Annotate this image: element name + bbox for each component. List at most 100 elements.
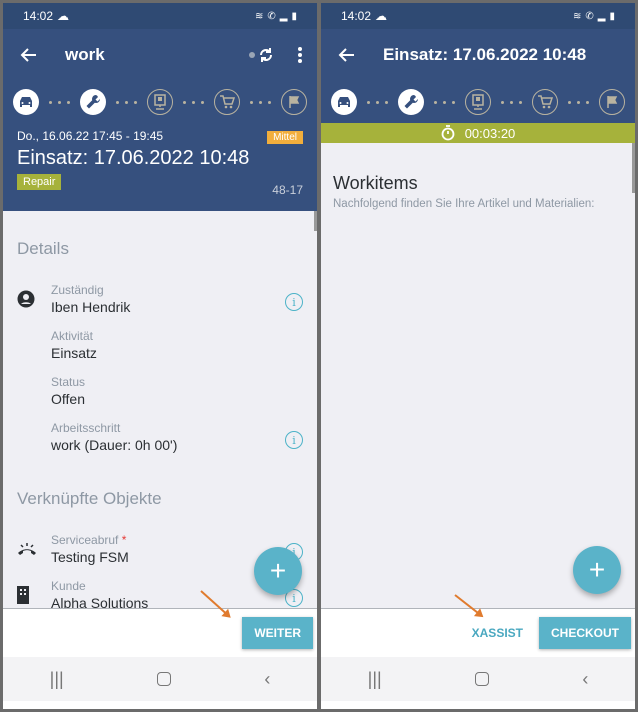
type-badge: Repair (17, 174, 62, 190)
field-value: Offen (51, 391, 85, 407)
signal-icon: ▂ (279, 10, 288, 22)
checkout-button[interactable]: CHECKOUT (539, 616, 631, 649)
field-label: Aktivität (51, 329, 94, 343)
field-label: Status (51, 375, 86, 389)
step-work[interactable] (80, 89, 106, 115)
screen-work-details: 14:02 ☁ ≋ ✆ ▂ ▮ work Do., 16.06.22 17:45… (3, 3, 317, 709)
phone-ringing-icon (18, 543, 36, 555)
timer-value: 00:03:20 (464, 125, 516, 141)
cart-icon (538, 95, 553, 109)
info-button[interactable]: i (285, 431, 303, 449)
home-icon[interactable] (475, 672, 489, 686)
field-value: Iben Hendrik (51, 299, 131, 315)
workitems-content: Workitems Nachfolgend finden Sie Ihre Ar… (321, 143, 635, 608)
field-status: Status Offen (3, 375, 317, 407)
back-button[interactable] (335, 43, 359, 67)
arrow-left-icon (338, 48, 354, 62)
cloud-icon: ☁ (57, 9, 70, 23)
add-fab-button[interactable]: + (254, 547, 302, 595)
signal-icon: ▂ (597, 10, 606, 22)
field-label: Kunde (51, 579, 86, 593)
add-fab-button[interactable]: + (573, 546, 621, 594)
page-title: Einsatz: 17.06.2022 10:48 (383, 45, 587, 64)
step-connector (240, 100, 281, 104)
more-vert-icon[interactable] (297, 46, 303, 64)
work-timer: 00:03:20 (321, 123, 635, 143)
assignment-number: 48-17 (272, 183, 303, 197)
info-icon: i (292, 591, 296, 605)
wrench-icon (404, 95, 418, 109)
linked-section-title: Verknüpfte Objekte (17, 489, 162, 508)
cloud-icon: ☁ (375, 9, 388, 23)
step-signature[interactable] (465, 89, 491, 115)
step-work[interactable] (398, 89, 424, 115)
app-bar: work (3, 29, 317, 81)
workflow-steps (321, 81, 635, 123)
sync-status-dot (249, 52, 255, 58)
back-button[interactable] (17, 43, 41, 67)
call-icon: ✆ (267, 10, 276, 22)
assignment-header: Do., 16.06.22 17:45 - 19:45 Mittel Einsa… (3, 123, 317, 211)
signature-pad-icon (154, 94, 166, 110)
arrow-left-icon (20, 48, 36, 62)
step-travel[interactable] (331, 89, 357, 115)
step-connector (106, 100, 147, 104)
car-icon (338, 97, 350, 107)
info-icon: i (292, 433, 296, 447)
account-circle-icon (17, 290, 35, 308)
step-connector (39, 100, 80, 104)
assignment-date: Do., 16.06.22 17:45 - 19:45 (17, 129, 164, 143)
nav-back-icon[interactable]: ‹ (264, 669, 270, 690)
building-icon (17, 586, 29, 604)
status-time: 14:02 (23, 9, 54, 23)
sync-icon (260, 48, 272, 62)
cart-icon (220, 95, 235, 109)
recent-apps-icon[interactable]: ||| (50, 669, 64, 690)
wifi-icon: ≋ (255, 10, 264, 22)
step-materials[interactable] (532, 89, 558, 115)
field-value: Testing FSM (51, 549, 129, 565)
info-icon: i (292, 295, 296, 309)
battery-icon: ▮ (609, 10, 615, 22)
workitems-subtitle: Nachfolgend finden Sie Ihre Artikel und … (333, 198, 595, 210)
flag-icon (607, 96, 618, 108)
step-connector (357, 100, 398, 104)
call-icon: ✆ (585, 10, 594, 22)
field-label: Zuständig (51, 283, 104, 297)
required-marker: * (121, 533, 127, 547)
step-connector (173, 100, 214, 104)
field-value: Einsatz (51, 345, 97, 361)
home-icon[interactable] (157, 672, 171, 686)
recent-apps-icon[interactable]: ||| (368, 669, 382, 690)
field-value: work (Dauer: 0h 00') (51, 437, 178, 453)
app-bar: Einsatz: 17.06.2022 10:48 (321, 29, 635, 81)
battery-icon: ▮ (291, 10, 297, 22)
field-label: Serviceabruf (51, 533, 119, 547)
step-signature[interactable] (147, 89, 173, 115)
field-aktivitaet: Aktivität Einsatz (3, 329, 317, 361)
sync-button[interactable] (249, 46, 275, 64)
info-button[interactable]: i (285, 293, 303, 311)
step-connector (491, 100, 532, 104)
system-nav-bar: ||| ‹ (321, 657, 635, 701)
stopwatch-icon (441, 125, 455, 141)
step-travel[interactable] (13, 89, 39, 115)
car-icon (20, 97, 32, 107)
step-finish[interactable] (281, 89, 307, 115)
weiter-button[interactable]: WEITER (242, 616, 313, 649)
scrollbar[interactable] (632, 143, 635, 193)
field-label: Arbeitsschritt (51, 421, 121, 435)
system-nav-bar: ||| ‹ (3, 657, 317, 701)
nav-back-icon[interactable]: ‹ (582, 669, 588, 690)
wifi-icon: ≋ (573, 10, 582, 22)
step-finish[interactable] (599, 89, 625, 115)
status-bar: 14:02 ☁ ≋ ✆ ▂ ▮ (321, 3, 635, 29)
screen-workitems: 14:02 ☁ ≋ ✆ ▂ ▮ Einsatz: 17.06.2022 10:48 00… (321, 3, 635, 709)
page-title: work (65, 45, 105, 64)
status-bar: 14:02 ☁ ≋ ✆ ▂ ▮ (3, 3, 317, 29)
workitems-title: Workitems (333, 173, 418, 193)
step-materials[interactable] (214, 89, 240, 115)
scrollbar[interactable] (314, 211, 317, 231)
wrench-icon (86, 95, 100, 109)
xassist-button[interactable]: XASSIST (472, 626, 523, 640)
